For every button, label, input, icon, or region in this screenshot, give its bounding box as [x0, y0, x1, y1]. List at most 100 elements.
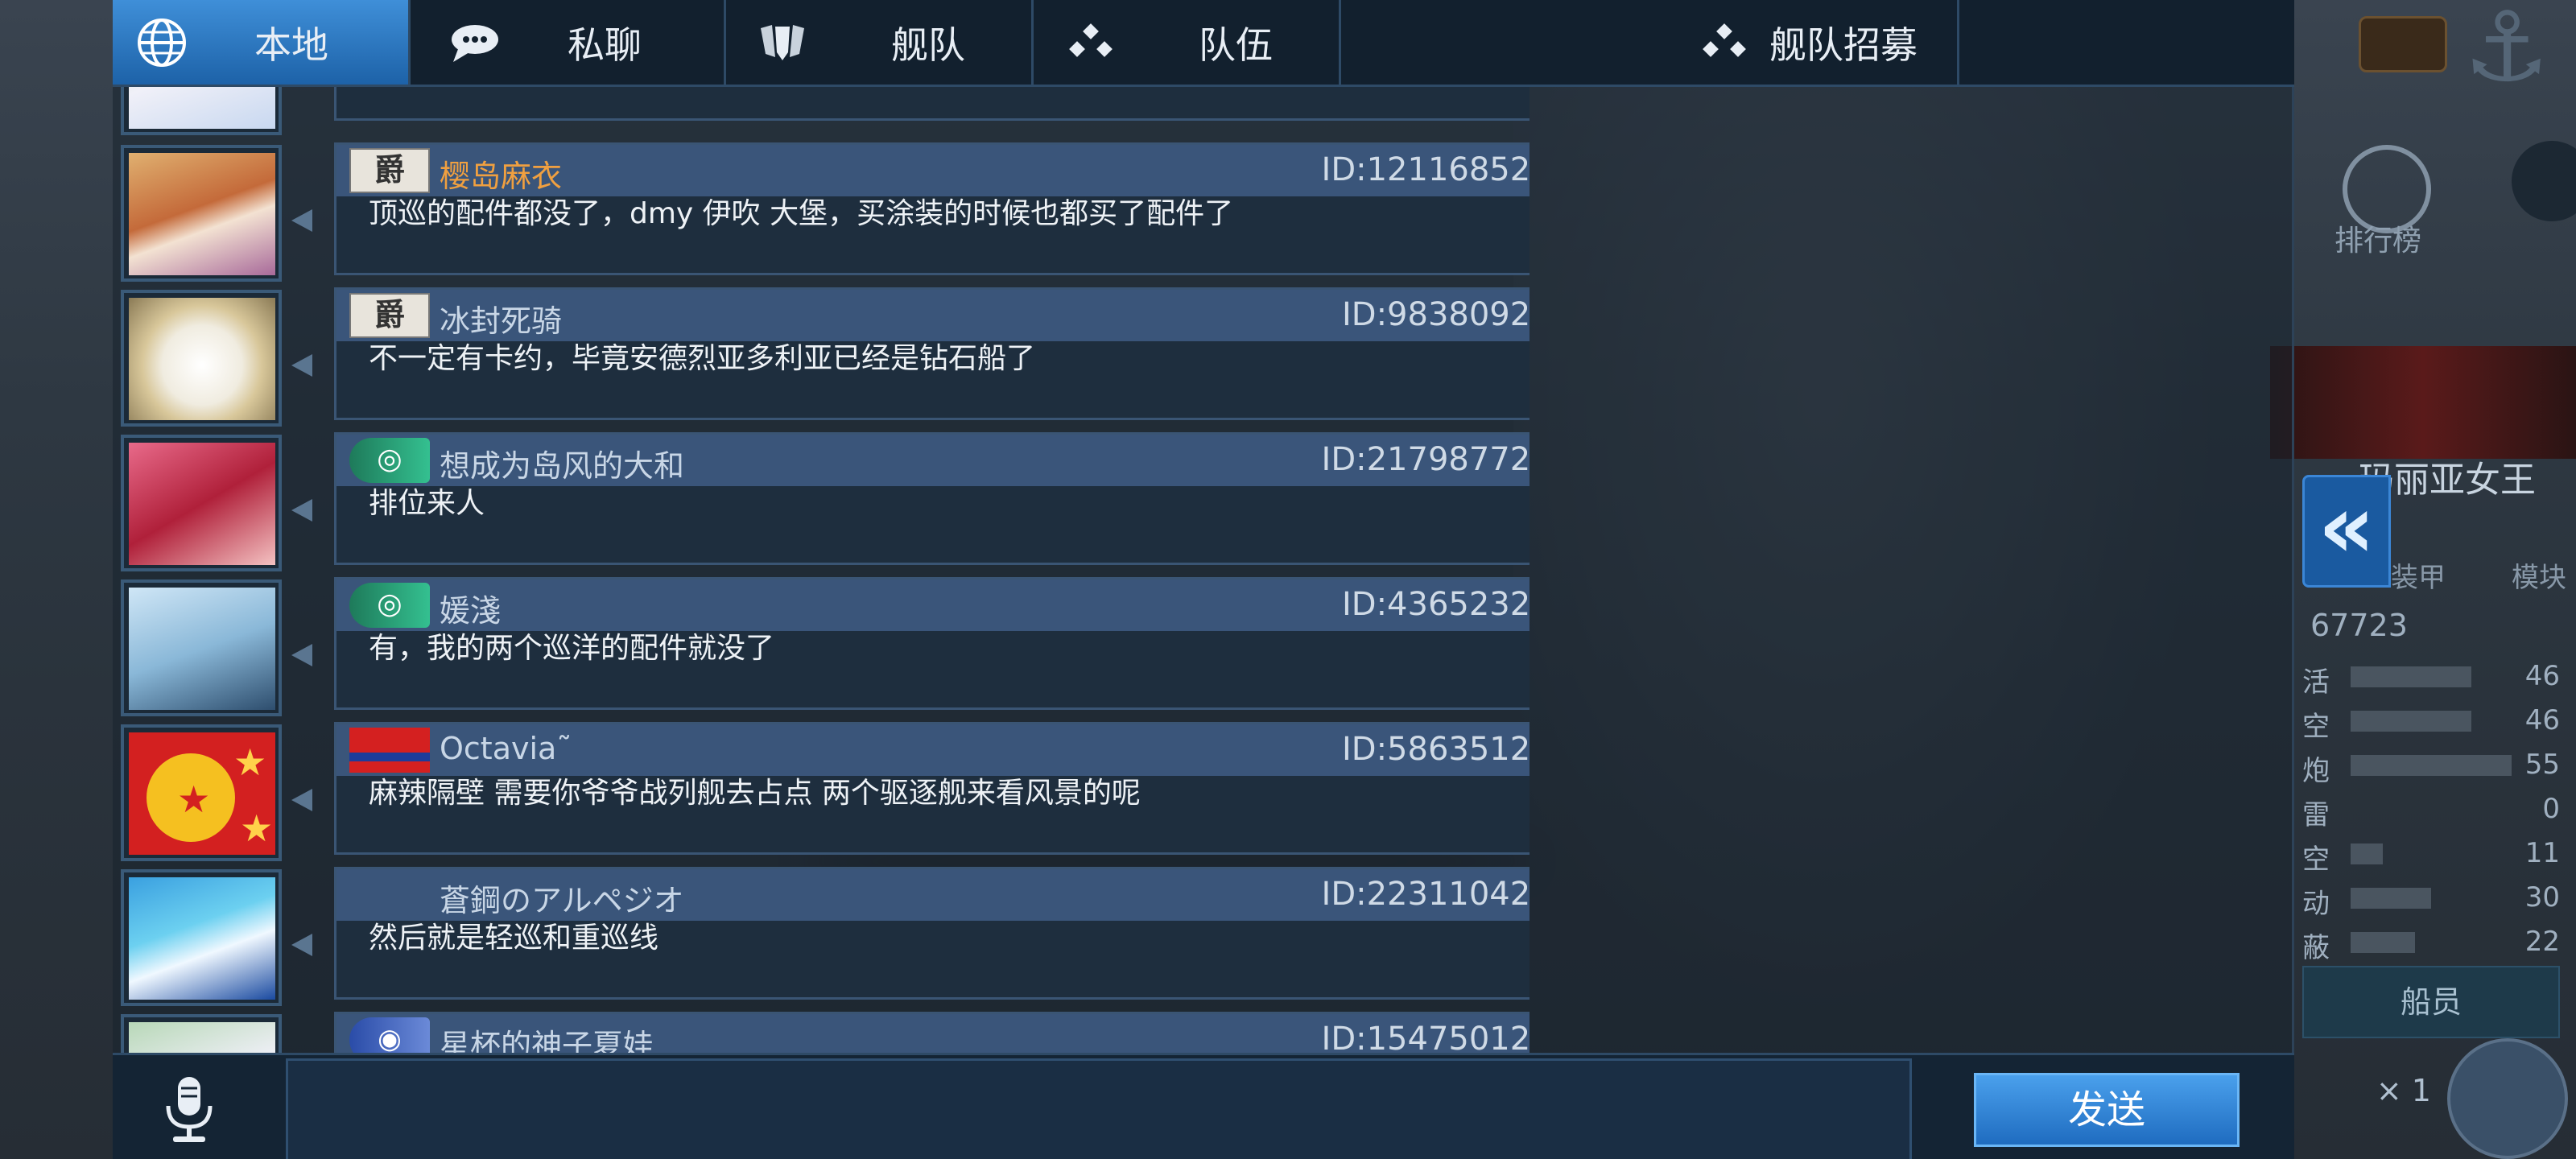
message-list[interactable]: 爵 樱岛麻衣 ID:121168520004 顶巡的配件都没了，dmy 伊吹 大… [113, 87, 1530, 1053]
list-item: 蒼鋼のアルペジオ ID:223110420006 然后就是轻巡和重巡线 [113, 867, 1530, 1006]
sender-name[interactable]: 樱岛麻衣 [440, 151, 562, 196]
avatar[interactable] [121, 869, 282, 1006]
module-tab[interactable]: 模块 [2512, 555, 2566, 595]
recruit-dots-icon [1695, 14, 1752, 71]
list-item: ◉ 星杯的神子夏娃 ID:154750120005 [113, 1012, 1530, 1053]
stat-value: 30 [2524, 881, 2560, 914]
avatar-image [129, 1022, 275, 1053]
ship-tabs: 装甲 模块 [2359, 515, 2576, 594]
message-header: ◉ 星杯的神子夏娃 ID:154750120005 [336, 1014, 1530, 1053]
stat-bar [2351, 755, 2512, 776]
ship-banner [2270, 346, 2576, 459]
treasure-chest-icon[interactable] [2359, 16, 2447, 72]
avatar-image [129, 877, 275, 1000]
avatar-image [129, 443, 275, 565]
star-icon: ★ [240, 806, 274, 850]
sender-name[interactable]: 蒼鋼のアルペジオ [440, 876, 684, 920]
avatar[interactable] [121, 580, 282, 716]
leaderboard-label: 排行榜 [2334, 225, 2422, 258]
message-input-container[interactable] [286, 1058, 1912, 1159]
player-id: ID:223110420006 [1321, 876, 1530, 913]
stat-bar [2351, 711, 2471, 732]
tab-team[interactable]: 队伍 [1034, 0, 1341, 85]
stat-value: 46 [2524, 660, 2560, 692]
message-bubble: 爵 樱岛麻衣 ID:121168520004 顶巡的配件都没了，dmy 伊吹 大… [334, 142, 1530, 275]
voice-input-button[interactable] [157, 1073, 221, 1145]
list-item: ★ ★ ★ Octavia˜ ID:58635120006 麻辣隔壁 需要你爷爷… [113, 722, 1530, 861]
avatar-image [129, 87, 275, 129]
double-chevron-left-icon: « [2318, 475, 2376, 578]
stat-value: 46 [2524, 704, 2560, 736]
stat-row: 空 46 [2302, 704, 2576, 743]
stat-label: 蔽 [2302, 932, 2330, 964]
player-id: ID:43652320005 [1341, 586, 1530, 623]
message-text: 麻辣隔壁 需要你爷爷战列舰去占点 两个驱逐舰来看风景的呢 [369, 777, 1141, 810]
anchor-icon: ⚓ [2463, 0, 2550, 104]
rank-badge-icon: 爵 [349, 293, 430, 338]
message-header: 爵 冰封死骑 ID:98380920006 [336, 290, 1530, 341]
bubble-pointer [291, 499, 312, 522]
message-text: 有，我的两个巡洋的配件就没了 [369, 632, 775, 665]
stat-value: 22 [2524, 926, 2560, 958]
green-badge-icon: ◎ [349, 583, 430, 628]
next-arrow-icon[interactable] [2512, 141, 2576, 221]
list-item: 爵 樱岛麻衣 ID:121168520004 顶巡的配件都没了，dmy 伊吹 大… [113, 142, 1530, 282]
message-bubble: 蒼鋼のアルペジオ ID:223110420006 然后就是轻巡和重巡线 [334, 867, 1530, 1000]
bubble-pointer [291, 934, 312, 956]
avatar[interactable] [121, 290, 282, 427]
stat-value: 11 [2524, 837, 2560, 869]
message-text: 然后就是轻巡和重巡线 [369, 922, 659, 955]
avatar[interactable]: ★ ★ ★ [121, 724, 282, 861]
player-id: ID:98380920006 [1341, 296, 1530, 333]
stat-row: 空 11 [2302, 837, 2576, 876]
tab-private-chat[interactable]: 私聊 [411, 0, 726, 85]
sender-name[interactable]: 媛淺 [440, 586, 501, 630]
bubble-pointer [291, 354, 312, 377]
stat-label: 雷 [2302, 799, 2330, 831]
bubble-pointer [291, 789, 312, 811]
avatar[interactable] [121, 1014, 282, 1053]
message-bubble: 爵 冰封死骑 ID:98380920006 不一定有卡约，毕竟安德烈亚多利亚已经… [334, 287, 1530, 420]
stat-row: 蔽 22 [2302, 926, 2576, 964]
message-bubble: ◉ 星杯的神子夏娃 ID:154750120005 [334, 1012, 1530, 1053]
avatar[interactable] [121, 145, 282, 282]
star-icon: ★ [233, 740, 267, 784]
stat-bar [2351, 666, 2471, 687]
avatar[interactable] [121, 87, 282, 135]
stat-label: 空 [2302, 711, 2330, 743]
tab-label: 舰队 [891, 23, 965, 67]
message-text: 顶巡的配件都没了，dmy 伊吹 大堡，买涂装的时候也都买了配件了 [369, 197, 1234, 230]
chat-input-bar: 发送 [113, 1053, 2294, 1159]
message-bubble: ◎ 媛淺 ID:43652320005 有，我的两个巡洋的配件就没了 [334, 577, 1530, 710]
message-header: 蒼鋼のアルペジオ ID:223110420006 [336, 869, 1530, 921]
tab-label: 本地 [254, 23, 328, 67]
avatar[interactable] [121, 435, 282, 571]
sender-name[interactable]: Octavia˜ [440, 731, 572, 766]
tab-fleet[interactable]: 舰队 [726, 0, 1034, 85]
tab-label: 私聊 [568, 23, 642, 67]
sender-name[interactable]: 星杯的神子夏娃 [440, 1021, 654, 1053]
collapse-chat-button[interactable]: « [2302, 475, 2391, 588]
tab-local[interactable]: 本地 [113, 0, 411, 85]
list-item: ◎ 想成为岛风的大和 ID:217987720001 排位来人 [113, 432, 1530, 571]
message-text: 不一定有卡约，毕竟安德烈亚多利亚已经是钻石船了 [369, 342, 1036, 375]
sender-name[interactable]: 想成为岛风的大和 [440, 441, 684, 485]
message-header: 爵 樱岛麻衣 ID:121168520004 [336, 145, 1530, 196]
crew-button[interactable]: 船员 [2302, 966, 2560, 1038]
player-id: ID:121168520004 [1321, 151, 1530, 188]
list-item: 爵 冰封死骑 ID:98380920006 不一定有卡约，毕竟安德烈亚多利亚已经… [113, 287, 1530, 427]
player-id: ID:217987720001 [1321, 441, 1530, 478]
star-icon: ★ [177, 777, 211, 821]
captain-avatar[interactable] [2447, 1038, 2568, 1159]
blue-badge-icon: ◉ [349, 1017, 430, 1053]
tab-label: 队伍 [1199, 23, 1273, 67]
armor-tab[interactable]: 装甲 [2391, 555, 2446, 595]
stat-bar [2351, 843, 2383, 864]
empty-badge [349, 872, 430, 918]
message-input[interactable] [288, 1061, 1909, 1159]
item-quantity: × 1 [2376, 1073, 2431, 1108]
send-button[interactable]: 发送 [1974, 1073, 2240, 1147]
sender-name[interactable]: 冰封死骑 [440, 296, 562, 340]
bubble-pointer [291, 209, 312, 232]
tab-fleet-recruit[interactable]: 舰队招募 [1341, 0, 1959, 85]
